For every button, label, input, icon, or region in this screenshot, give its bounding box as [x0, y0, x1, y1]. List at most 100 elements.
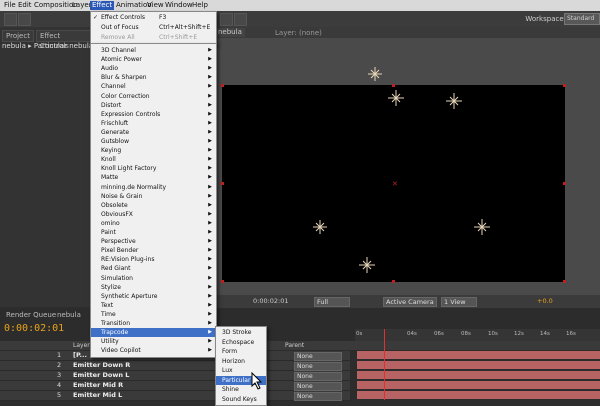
camera-select[interactable]: Active Camera [383, 297, 437, 307]
menu-item-category[interactable]: 3D Channel ▶ [91, 46, 216, 55]
table-row[interactable]: 4 Emitter Mid R None [0, 381, 350, 391]
menu-item-category[interactable]: Blur & Sharpen ▶ [91, 73, 216, 82]
selection-tool-icon[interactable] [4, 13, 17, 26]
menu-item-category[interactable]: Text ▶ [91, 301, 216, 310]
menu-item-category[interactable]: Synthetic Aperture ▶ [91, 292, 216, 301]
layer-name[interactable]: Emitter Mid L [73, 391, 122, 400]
menu-item-label: Text [101, 301, 114, 309]
table-row[interactable]: 3 Emitter Down L None [0, 371, 350, 381]
menu-item-out-of-focus[interactable]: Out of Focus Ctrl+Alt+Shift+E [91, 23, 216, 32]
menu-item-category[interactable]: RE:Vision Plug-ins ▶ [91, 255, 216, 264]
layer-name[interactable]: Emitter Down L [73, 371, 129, 380]
menu-item-category[interactable]: ObviousFX ▶ [91, 210, 216, 219]
playhead[interactable] [384, 329, 385, 400]
tab-effect-controls[interactable]: Effect Controls [36, 30, 92, 50]
menu-item-category[interactable]: Stylize ▶ [91, 283, 216, 292]
tab-timeline-nebula[interactable]: nebula [57, 311, 81, 320]
menu-effect[interactable]: Effect [90, 1, 115, 10]
submenu-item[interactable]: Form [216, 347, 266, 357]
ruler-tick: 10s [488, 331, 498, 337]
submenu-item[interactable]: Horizon [216, 357, 266, 367]
menu-item-category[interactable]: Channel ▶ [91, 82, 216, 91]
menu-item-category[interactable]: Trapcode ▶ [91, 328, 216, 338]
hand-tool-icon[interactable] [18, 13, 31, 26]
submenu-item[interactable]: Sound Keys [216, 395, 266, 405]
views-select[interactable]: 1 View [441, 297, 477, 307]
menu-item-label: Distort [101, 101, 122, 109]
menu-item-label: Video Copilot [101, 347, 141, 355]
table-row[interactable]: 2 Emitter Down R None [0, 361, 350, 371]
menu-item-remove-all[interactable]: Remove All Ctrl+Shift+E [91, 33, 216, 42]
menu-item-category[interactable]: Noise & Grain ▶ [91, 192, 216, 201]
parent-select[interactable]: None [294, 382, 342, 391]
menu-item-category[interactable]: Pixel Bender ▶ [91, 246, 216, 255]
star-icon [446, 93, 462, 109]
menu-item-category[interactable]: Video Copilot ▶ [91, 346, 216, 355]
exposure-value[interactable]: +0.0 [537, 297, 553, 306]
menu-help[interactable]: Help [190, 1, 210, 10]
menu-item-category[interactable]: Generate ▶ [91, 128, 216, 137]
submenu-item[interactable]: Echospace [216, 338, 266, 348]
resolution-select[interactable]: Full [314, 297, 350, 307]
tab-comp-nebula[interactable]: nebula [215, 28, 245, 37]
layer-bar[interactable] [357, 391, 600, 399]
parent-select[interactable]: None [294, 362, 342, 371]
menu-item-category[interactable]: Time ▶ [91, 310, 216, 319]
time-ruler[interactable] [355, 329, 600, 341]
menu-item-category[interactable]: omino ▶ [91, 219, 216, 228]
menu-item-category[interactable]: Distort ▶ [91, 101, 216, 110]
menu-item-category[interactable]: Matte ▶ [91, 173, 216, 182]
parent-select[interactable]: None [294, 352, 342, 361]
menu-item-category[interactable]: Red Giant ▶ [91, 264, 216, 273]
menu-item-category[interactable]: Simulation ▶ [91, 274, 216, 283]
submenu-arrow-icon: ▶ [208, 156, 212, 163]
tab-render-queue[interactable]: Render Queue [6, 311, 56, 320]
project-panel: Project Effect Controls [0, 27, 92, 307]
menu-item-label: Channel [101, 83, 126, 91]
layer-name[interactable]: Emitter Mid R [73, 381, 123, 390]
menu-item-category[interactable]: Frischluft ▶ [91, 119, 216, 128]
menu-item-category[interactable]: Expression Controls ▶ [91, 110, 216, 119]
layer-name[interactable]: Emitter Down R [73, 361, 130, 370]
menu-item-category[interactable]: Color Correction ▶ [91, 92, 216, 101]
tab-project[interactable]: Project [2, 30, 34, 42]
snap-icon[interactable] [220, 13, 233, 26]
layer-bar[interactable] [357, 381, 600, 389]
menu-item-label: Effect Controls [101, 14, 145, 21]
menu-item-category[interactable]: Audio ▶ [91, 64, 216, 73]
menu-item-category[interactable]: Atomic Power ▶ [91, 55, 216, 64]
pin-icon[interactable] [234, 13, 247, 26]
menu-item-effect-controls[interactable]: ✓ Effect Controls F3 [91, 13, 216, 22]
submenu-arrow-icon: ▶ [208, 229, 212, 235]
submenu-item[interactable]: 3D Stroke [216, 328, 266, 338]
menu-item-category[interactable]: Knoll ▶ [91, 155, 216, 164]
layer-bar[interactable] [357, 371, 600, 379]
submenu-arrow-icon: ▶ [208, 329, 212, 336]
workspace-select[interactable]: Standard [564, 13, 600, 25]
menu-item-category[interactable]: Obsolete ▶ [91, 201, 216, 210]
submenu-arrow-icon: ▶ [208, 256, 212, 263]
menu-item-category[interactable]: minning.de Normality ▶ [91, 183, 216, 192]
menu-item-label: Synthetic Aperture [101, 292, 158, 300]
layer-bar[interactable] [357, 351, 600, 359]
layer-name[interactable]: [P... [73, 351, 87, 360]
timeline-timecode[interactable]: 0:00:02:01 [4, 323, 64, 334]
menu-item-label: Transition [101, 320, 131, 327]
menu-item-category[interactable]: Gutsblow ▶ [91, 137, 216, 146]
menu-item-label: RE:Vision Plug-ins [101, 256, 155, 264]
menu-item-category[interactable]: Keying ▶ [91, 146, 216, 155]
menu-item-label: Frischluft [101, 119, 129, 127]
menu-edit[interactable]: Edit [16, 1, 34, 10]
layer-bar[interactable] [357, 361, 600, 369]
menu-item-category[interactable]: Perspective ▶ [91, 237, 216, 246]
menu-item-category[interactable]: Paint ▶ [91, 228, 216, 237]
col-parent[interactable]: Parent [285, 342, 304, 349]
menu-item-label: Utility [101, 338, 119, 346]
menu-item-category[interactable]: Transition ▶ [91, 319, 216, 328]
parent-select[interactable]: None [294, 372, 342, 381]
submenu-arrow-icon: ▶ [208, 247, 212, 254]
viewer-timecode[interactable]: 0:00:02:01 [253, 297, 289, 306]
menu-item-category[interactable]: Utility ▶ [91, 337, 216, 346]
menu-item-category[interactable]: Knoll Light Factory ▶ [91, 164, 216, 173]
submenu-arrow-icon: ▶ [208, 101, 212, 108]
